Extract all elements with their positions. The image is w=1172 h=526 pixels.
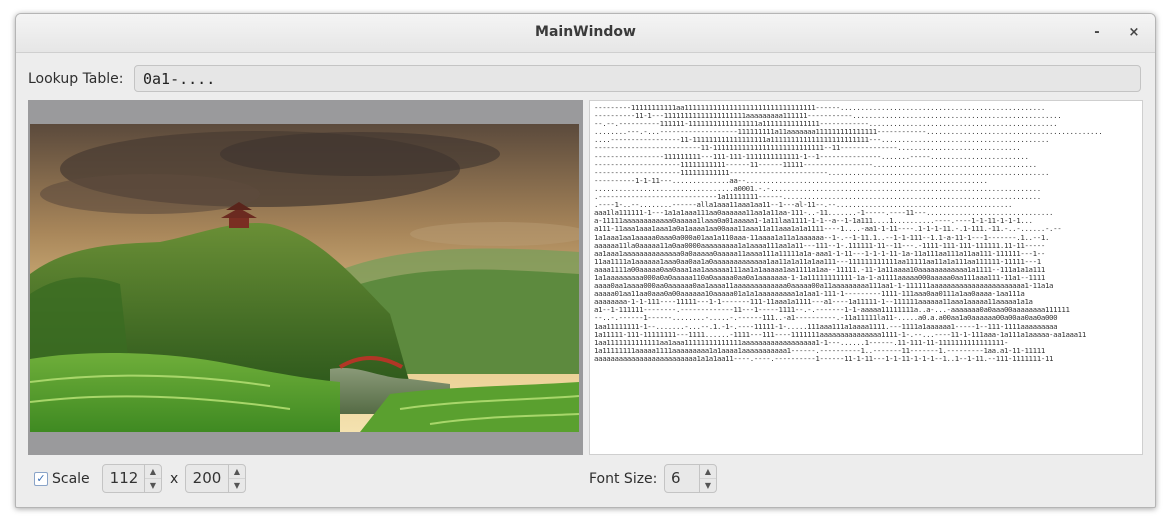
window-title: MainWindow — [535, 24, 636, 40]
font-size-spinbox[interactable]: 6 ▲ ▼ — [664, 464, 717, 493]
image-view-panel — [28, 100, 583, 455]
scale-height-arrows[interactable]: ▲ ▼ — [228, 465, 245, 492]
chevron-up-icon[interactable]: ▲ — [700, 465, 716, 479]
minimize-button[interactable]: - — [1086, 22, 1108, 44]
chevron-down-icon[interactable]: ▼ — [229, 479, 245, 492]
title-bar[interactable]: MainWindow - × — [16, 14, 1155, 53]
scale-width-arrows[interactable]: ▲ ▼ — [144, 465, 161, 492]
font-size-label: Font Size: — [589, 471, 658, 487]
scale-checkbox[interactable]: ✓ — [34, 472, 48, 486]
landscape-image — [30, 124, 579, 432]
close-button[interactable]: × — [1123, 22, 1145, 44]
lookup-table-label: Lookup Table: — [28, 71, 124, 87]
scale-separator: x — [170, 471, 179, 487]
chevron-up-icon[interactable]: ▲ — [229, 465, 245, 479]
scale-label: Scale — [52, 471, 90, 487]
main-window: MainWindow - × Lookup Table: 0a1-.... --… — [15, 13, 1156, 508]
scale-height-value[interactable]: 200 — [186, 465, 228, 492]
scale-width-value[interactable]: 112 — [103, 465, 145, 492]
ascii-art-panel[interactable]: ---------11111111111aa111111111111111111… — [589, 100, 1143, 455]
chevron-up-icon[interactable]: ▲ — [145, 465, 161, 479]
chevron-down-icon[interactable]: ▼ — [145, 479, 161, 492]
scale-width-spinbox[interactable]: 112 ▲ ▼ — [102, 464, 162, 493]
chevron-down-icon[interactable]: ▼ — [700, 479, 716, 492]
ascii-art-text: ---------11111111111aa111111111111111111… — [594, 103, 1103, 363]
font-size-arrows[interactable]: ▲ ▼ — [699, 465, 716, 492]
font-size-value[interactable]: 6 — [665, 465, 701, 492]
scale-height-spinbox[interactable]: 200 ▲ ▼ — [185, 464, 246, 493]
lookup-table-input[interactable]: 0a1-.... — [134, 65, 1141, 92]
